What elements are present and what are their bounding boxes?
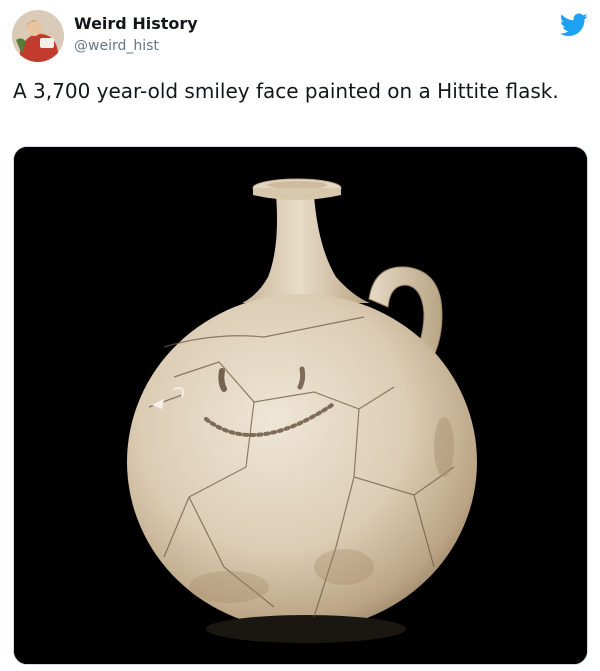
tweet-media[interactable]	[13, 146, 588, 665]
tweet-card: Weird History @weird_hist A 3,700 year-o…	[0, 0, 600, 671]
twitter-bird-icon[interactable]	[559, 13, 588, 37]
author-name[interactable]: Weird History	[74, 14, 198, 33]
hittite-flask-photo	[14, 147, 587, 664]
tweet-text: A 3,700 year-old smiley face painted on …	[13, 79, 559, 103]
author-handle[interactable]: @weird_hist	[74, 38, 159, 54]
avatar-image	[12, 10, 64, 62]
avatar[interactable]	[12, 10, 64, 62]
